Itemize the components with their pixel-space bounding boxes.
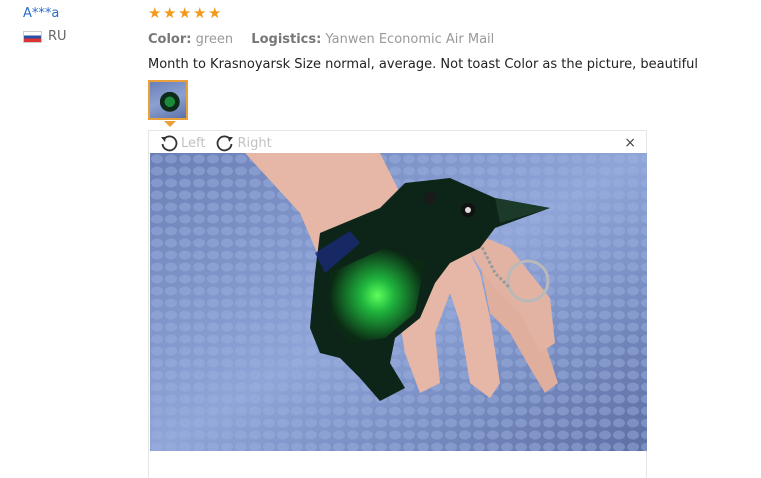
color-value: green — [195, 32, 234, 47]
thumbnail-pointer — [164, 121, 176, 127]
close-icon[interactable]: × — [624, 135, 636, 151]
review-meta: Color: green Logistics: Yanwen Economic … — [148, 32, 748, 47]
logistics-value: Yanwen Economic Air Mail — [325, 32, 495, 47]
photo-viewer: Left Right × — [148, 130, 647, 478]
star-icon: ★ — [208, 4, 222, 22]
color-label: Color: — [148, 32, 192, 47]
review-photo-image — [150, 153, 647, 451]
country-code: RU — [48, 29, 67, 44]
logistics-label: Logistics: — [251, 32, 322, 47]
rotate-left-icon — [161, 135, 178, 152]
rotate-left-label: Left — [181, 135, 206, 151]
rotate-right-button[interactable]: Right — [215, 133, 272, 153]
rotate-left-button[interactable]: Left — [159, 133, 205, 153]
review-photo — [150, 153, 647, 451]
reviewer-country: RU — [23, 29, 133, 44]
review-body: ★ ★ ★ ★ ★ Color: green Logistics: Yanwen… — [148, 6, 748, 73]
reviewer-name[interactable]: A***a — [23, 6, 133, 21]
star-icon: ★ — [178, 4, 192, 22]
rating-stars: ★ ★ ★ ★ ★ — [148, 6, 748, 24]
rotate-right-icon — [217, 135, 234, 152]
viewer-toolbar: Left Right — [159, 133, 272, 153]
thumbnail-image — [150, 82, 186, 118]
russia-flag-icon — [23, 30, 42, 43]
rotate-right-label: Right — [237, 135, 272, 151]
review-text: Month to Krasnoyarsk Size normal, averag… — [148, 57, 699, 72]
review-photo-thumbnail[interactable] — [148, 80, 188, 120]
star-icon: ★ — [148, 4, 162, 22]
star-icon: ★ — [193, 4, 207, 22]
star-icon: ★ — [163, 4, 177, 22]
reviewer-info: A***a RU — [23, 6, 133, 44]
